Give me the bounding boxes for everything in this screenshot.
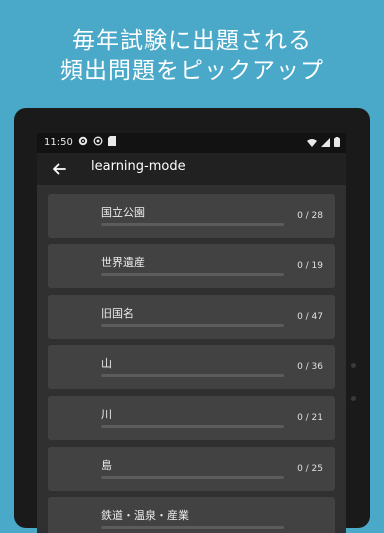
page-title: learning-mode: [91, 159, 186, 174]
category-progress-bar: [101, 476, 284, 479]
category-progress-bar: [101, 223, 284, 226]
category-progress-bar: [101, 374, 284, 377]
category-label: 世界遺産: [101, 256, 145, 269]
category-card[interactable]: 世界遺産 0 / 19: [48, 244, 335, 288]
category-label: 山: [101, 357, 112, 370]
category-count: 0 / 47: [297, 312, 323, 322]
category-count: 0 / 25: [297, 464, 323, 474]
category-label: 川: [101, 408, 112, 421]
category-progress-bar: [101, 324, 284, 327]
category-card[interactable]: 川 0 / 21: [48, 396, 335, 440]
category-card[interactable]: 山 0 / 36: [48, 345, 335, 389]
sd-card-icon: [108, 136, 116, 149]
category-card[interactable]: 旧国名 0 / 47: [48, 295, 335, 339]
category-card[interactable]: 国立公園 0 / 28: [48, 194, 335, 238]
category-label: 国立公園: [101, 206, 145, 219]
signal-icon: [321, 137, 330, 150]
status-bar: 11:50: [37, 133, 346, 153]
category-progress-bar: [101, 526, 284, 529]
cast-icon: [93, 136, 103, 149]
gear-icon: [78, 136, 88, 149]
category-card[interactable]: 鉄道・温泉・産業: [48, 497, 335, 533]
device-screen: 11:50 learning-mode 国立公園 0 / 28 世界遺産 0 /…: [37, 133, 346, 533]
category-count: 0 / 28: [297, 211, 323, 221]
category-progress-bar: [101, 425, 284, 428]
category-count: 0 / 36: [297, 362, 323, 372]
app-bar: learning-mode: [37, 153, 346, 185]
category-card[interactable]: 島 0 / 25: [48, 447, 335, 491]
category-label: 鉄道・温泉・産業: [101, 509, 189, 522]
category-progress-bar: [101, 273, 284, 276]
category-count: 0 / 21: [297, 413, 323, 423]
promo-headline-line2: 頻出問題をピックアップ: [60, 58, 324, 84]
tablet-sensor: [351, 363, 356, 368]
status-time: 11:50: [44, 137, 73, 148]
battery-icon: [334, 137, 340, 150]
promo-headline-line1: 毎年試験に出題される: [72, 28, 312, 54]
tablet-sensor: [351, 396, 356, 401]
category-label: 島: [101, 459, 112, 472]
category-label: 旧国名: [101, 307, 134, 320]
wifi-icon: [307, 138, 317, 150]
arrow-back-icon[interactable]: [50, 160, 68, 178]
category-count: 0 / 19: [297, 261, 323, 271]
